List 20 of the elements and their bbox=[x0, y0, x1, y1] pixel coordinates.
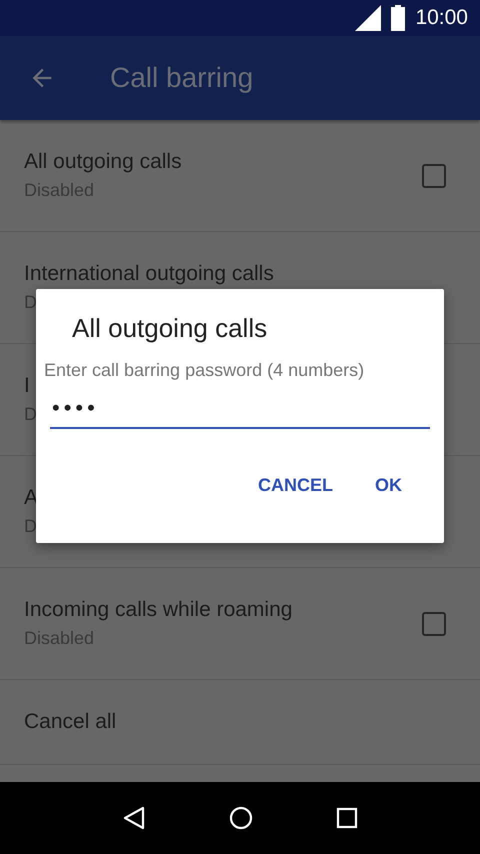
dialog-button[interactable]: OK bbox=[369, 471, 408, 500]
dialog-button[interactable]: CANCEL bbox=[252, 471, 339, 500]
checkbox[interactable] bbox=[422, 612, 446, 636]
checkbox[interactable] bbox=[422, 164, 446, 188]
row-title: Cancel all bbox=[24, 710, 116, 734]
clock-time: 10:00 bbox=[415, 6, 468, 30]
battery-icon bbox=[391, 5, 406, 31]
screen-title: Call barring bbox=[110, 62, 254, 94]
dialog-title: All outgoing calls bbox=[72, 313, 268, 344]
home-icon[interactable] bbox=[228, 806, 253, 830]
row-title: I bbox=[24, 374, 30, 398]
row-title: International outgoing calls bbox=[24, 262, 274, 286]
dialog-hint: Enter call barring password (4 numbers) bbox=[44, 360, 366, 381]
password-field[interactable]: •••• bbox=[50, 391, 430, 429]
row-title: All outgoing calls bbox=[24, 150, 182, 174]
signal-icon bbox=[355, 5, 382, 31]
recents-icon[interactable] bbox=[336, 807, 358, 829]
row-title: Incoming calls while roaming bbox=[24, 598, 292, 622]
back-icon[interactable] bbox=[122, 806, 146, 830]
settings-row[interactable]: Cancel all bbox=[0, 680, 480, 765]
